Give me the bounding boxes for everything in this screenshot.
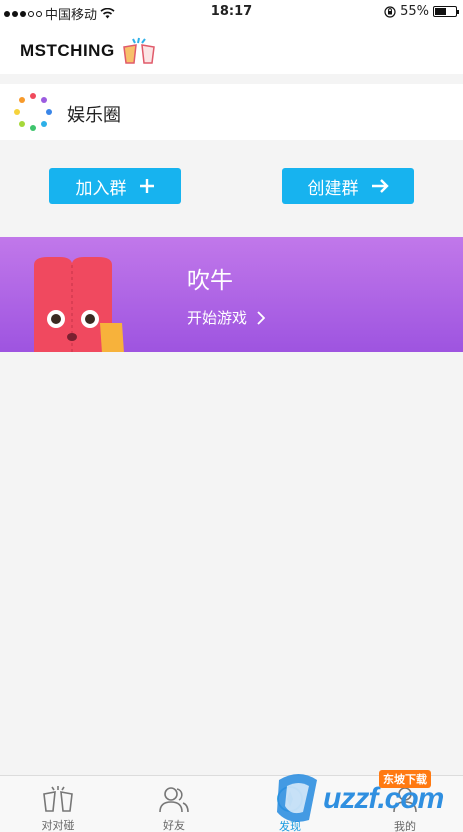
game-title: 吹牛: [187, 268, 233, 294]
create-group-label: 创建群: [307, 178, 359, 199]
status-bar: 中国移动 18:17 55%: [0, 0, 463, 24]
join-group-label: 加入群: [75, 178, 127, 199]
battery-percent: 55%: [400, 4, 429, 19]
start-game-link[interactable]: 开始游戏: [187, 307, 266, 328]
couple-icon: [43, 785, 73, 812]
create-group-button[interactable]: 创建群: [282, 168, 414, 204]
watermark-logo-icon: [277, 774, 317, 822]
start-game-label: 开始游戏: [187, 309, 248, 327]
tab-friends[interactable]: 好友: [116, 776, 232, 832]
tab-label: 好友: [163, 819, 185, 832]
tab-label: 对对碰: [41, 819, 75, 832]
site-watermark: uzzf.com 东坡下载: [269, 766, 457, 830]
logo-cups-icon: [122, 37, 155, 64]
mascot-illustration: [34, 257, 124, 352]
app-header: MSTCHING: [0, 24, 463, 74]
battery-icon: [433, 6, 459, 17]
group-section-header: 娱乐圈: [0, 84, 463, 140]
join-group-button[interactable]: 加入群: [49, 168, 181, 204]
orientation-lock-icon: [384, 5, 396, 18]
plus-icon: [139, 179, 154, 193]
section-title: 娱乐圈: [67, 105, 121, 126]
logo-text: MSTCHING: [20, 41, 115, 60]
friends-icon: [159, 786, 189, 812]
watermark-badge: 东坡下载: [379, 770, 431, 788]
app-logo: MSTCHING: [20, 37, 157, 65]
tab-match[interactable]: 对对碰: [0, 776, 116, 832]
chevron-right-icon: [257, 310, 266, 325]
rainbow-ring-icon: [14, 93, 52, 131]
game-banner-card[interactable]: 吹牛 开始游戏: [0, 237, 463, 352]
arrow-right-icon: [371, 179, 389, 193]
